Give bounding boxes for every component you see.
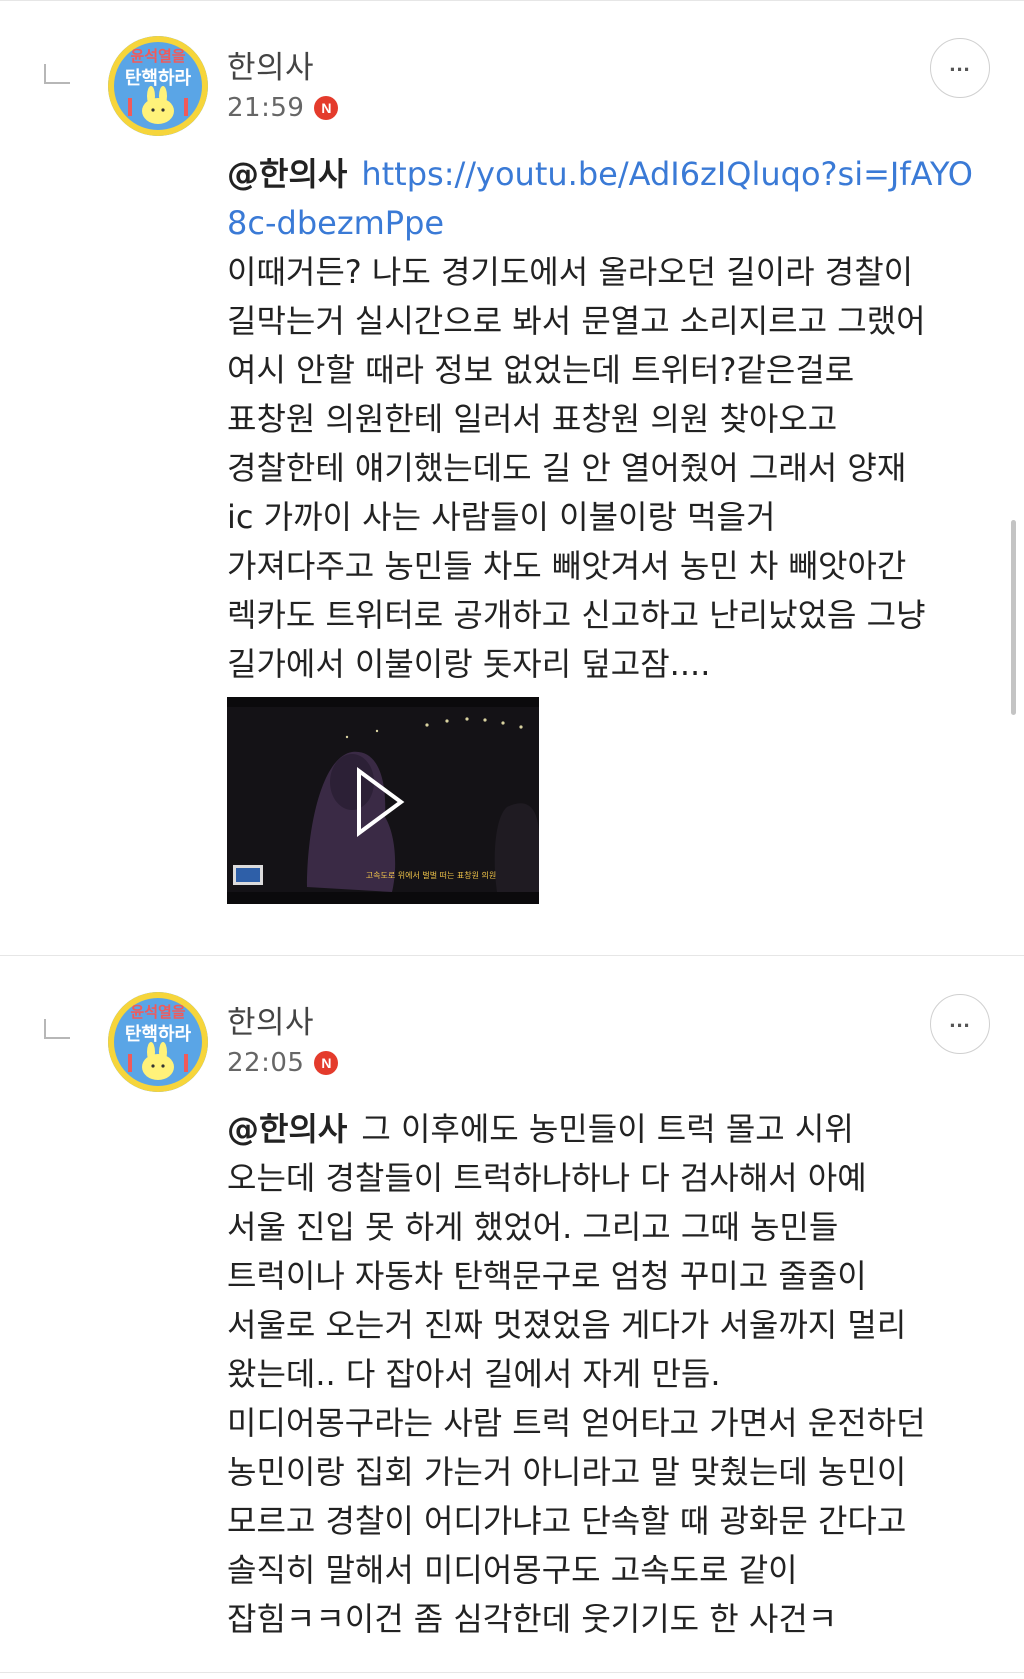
more-icon: ... (949, 1007, 971, 1032)
avatar-text-top: 윤석열을 (130, 1003, 185, 1021)
reply-arrow-icon (44, 64, 70, 84)
comment-text: 그 이후에도 농민들이 트럭 몰고 시위 오는데 경찰들이 트럭하나하나 다 검… (227, 1110, 926, 1638)
bottom-divider (0, 1672, 1024, 1673)
avatar-text-main: 탄핵하라 (125, 68, 192, 89)
video-thumbnail[interactable]: 고속도로 위에서 벌벌 떠는 표창원 의원 (227, 697, 539, 904)
video-frame: 고속도로 위에서 벌벌 떠는 표창원 의원 (227, 697, 539, 904)
comment-meta: 21:59 N (227, 92, 339, 124)
comment-text: 이때거든? 나도 경기도에서 올라오던 길이라 경찰이 길막는거 실시간으로 봐… (227, 253, 926, 683)
top-divider (0, 0, 1024, 1)
comment-body: @한의사 https://youtu.be/AdI6zIQluqo?si=JfAY… (227, 150, 987, 689)
new-badge: N (314, 96, 339, 120)
author-name[interactable]: 한의사 (227, 42, 314, 87)
avatar-text-top: 윤석열을 (130, 47, 185, 65)
mention[interactable]: @한의사 (227, 155, 347, 193)
timestamp: 22:05 (227, 1048, 305, 1078)
avatar[interactable]: 윤석열을 탄핵하라 (108, 992, 208, 1092)
comment-body: @한의사 그 이후에도 농민들이 트럭 몰고 시위 오는데 경찰들이 트럭하나하나… (227, 1105, 987, 1644)
comment-divider (0, 955, 1024, 956)
avatar[interactable]: 윤석열을 탄핵하라 (108, 36, 208, 136)
scrollbar[interactable] (1011, 520, 1016, 715)
comment-meta: 22:05 N (227, 1047, 339, 1079)
author-name[interactable]: 한의사 (227, 997, 314, 1042)
mention[interactable]: @한의사 (227, 1110, 347, 1148)
new-badge: N (314, 1051, 339, 1075)
timestamp: 21:59 (227, 93, 305, 123)
more-options-button[interactable]: ... (930, 994, 990, 1054)
reply-arrow-icon (44, 1019, 70, 1039)
avatar-image: 윤석열을 탄핵하라 (108, 992, 208, 1092)
avatar-text-main: 탄핵하라 (125, 1024, 192, 1045)
avatar-image: 윤석열을 탄핵하라 (108, 36, 208, 136)
more-options-button[interactable]: ... (930, 38, 990, 98)
video-caption: 고속도로 위에서 벌벌 떠는 표창원 의원 (366, 870, 496, 880)
more-icon: ... (949, 51, 971, 76)
